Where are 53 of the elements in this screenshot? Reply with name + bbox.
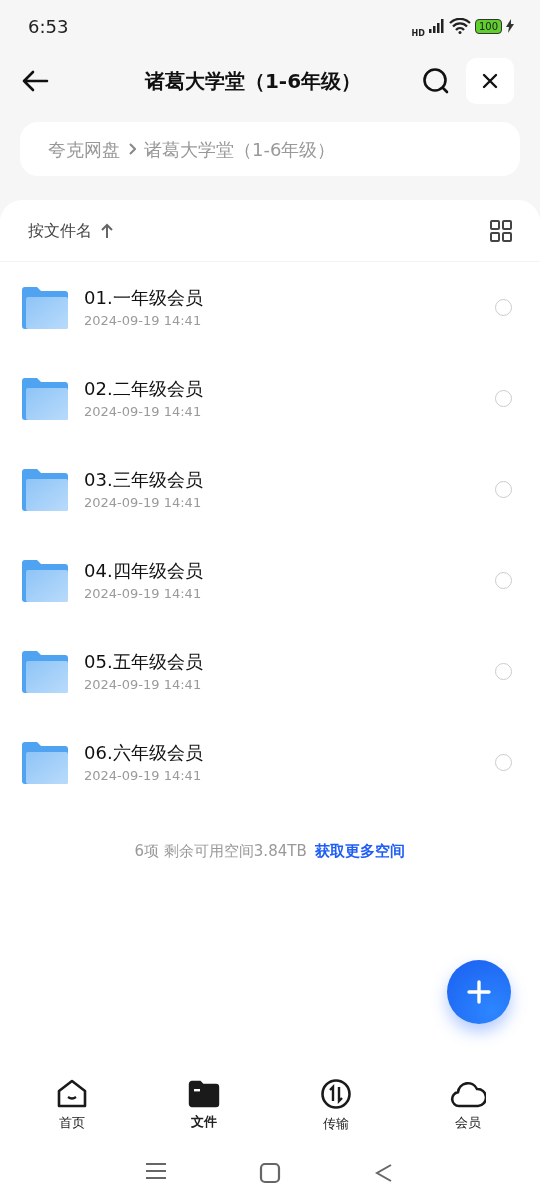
home-icon: [56, 1079, 88, 1110]
select-radio[interactable]: [495, 390, 512, 407]
folder-name[interactable]: 01.一年级会员: [84, 284, 495, 312]
select-radio[interactable]: [495, 481, 512, 498]
folder-icon: [22, 468, 68, 511]
chevron-icon: [128, 143, 136, 155]
tab-button[interactable]: 会员: [418, 1078, 518, 1134]
folder-icon: [188, 1080, 220, 1109]
folder-name[interactable]: 04.四年级会员: [84, 557, 495, 585]
folder-icon: [22, 650, 68, 693]
folder-name[interactable]: 06.六年级会员: [84, 739, 495, 767]
grid-view-icon[interactable]: [490, 218, 512, 243]
plus-icon: [467, 980, 491, 1004]
more-space-link[interactable]: 获取更多空间: [315, 842, 406, 860]
back-button[interactable]: [20, 68, 50, 94]
tab-button[interactable]: 文件: [154, 1079, 254, 1133]
wifi-icon: [448, 18, 471, 34]
folder-date: 2024-09-19 14:41: [84, 403, 203, 422]
tab-button[interactable]: 传输: [286, 1077, 386, 1135]
close-icon: [482, 73, 498, 89]
signal-icon: [428, 19, 445, 33]
page-title: 诸葛大学堂（1-6年级）: [144, 69, 362, 93]
folder-name[interactable]: 05.五年级会员: [84, 648, 495, 676]
add-button[interactable]: [447, 960, 511, 1024]
charging-icon: [506, 19, 514, 33]
battery-icon: 100: [474, 18, 502, 34]
folder-icon: [22, 559, 68, 602]
home-square-icon[interactable]: [259, 1162, 281, 1184]
select-radio[interactable]: [495, 663, 512, 680]
folder-date: 2024-09-19 14:41: [84, 585, 203, 604]
select-radio[interactable]: [495, 754, 512, 771]
folder-date: 2024-09-19 14:41: [84, 676, 203, 695]
transfer-icon: [320, 1078, 352, 1111]
up-arrow-icon: [100, 222, 114, 239]
select-radio[interactable]: [495, 299, 512, 316]
menu-icon[interactable]: [145, 1162, 167, 1180]
folder-date: 2024-09-19 14:41: [84, 312, 203, 331]
search-button[interactable]: [422, 67, 450, 95]
folder-icon: [22, 286, 68, 329]
folder-name[interactable]: 03.三年级会员: [84, 466, 495, 494]
network-label: HD: [411, 28, 425, 40]
folder-date: 2024-09-19 14:41: [84, 494, 203, 513]
sort-button[interactable]: 按文件名: [28, 218, 114, 243]
cloud-icon: [450, 1079, 486, 1110]
close-button[interactable]: [466, 58, 514, 104]
tab-button[interactable]: 首页: [22, 1078, 122, 1134]
status-time: 6:53: [28, 14, 69, 39]
folder-name[interactable]: 02.二年级会员: [84, 375, 495, 403]
select-radio[interactable]: [495, 572, 512, 589]
folder-date: 2024-09-19 14:41: [84, 767, 203, 786]
storage-summary: 6项 剩余可用空间3.84TB: [134, 842, 307, 860]
folder-icon: [22, 741, 68, 784]
folder-icon: [22, 377, 68, 420]
